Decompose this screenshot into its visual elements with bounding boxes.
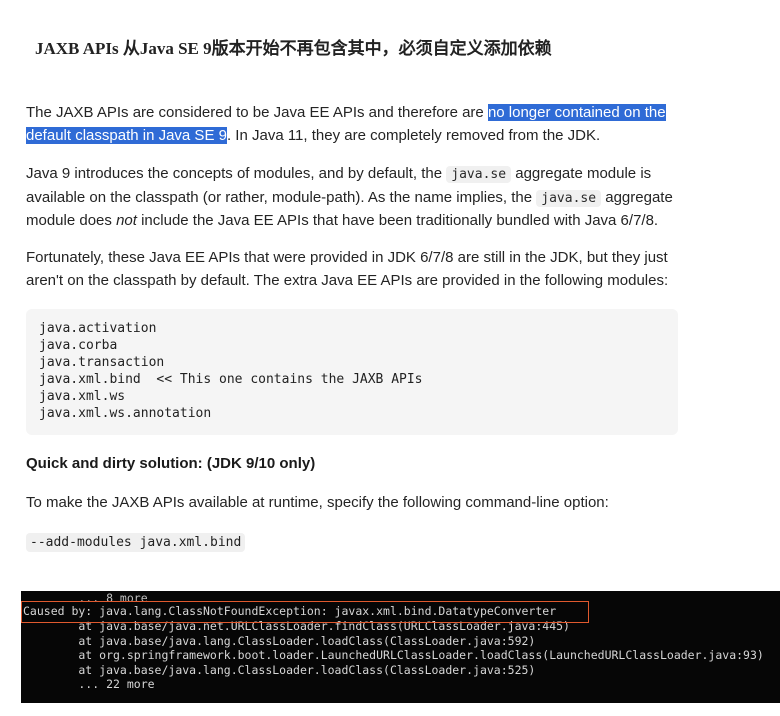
- modules-text-4: include the Java EE APIs that have been …: [136, 212, 659, 229]
- code-line: java.xml.bind << This one contains the J…: [39, 372, 423, 387]
- solution-heading: Quick and dirty solution: (JDK 9/10 only…: [26, 455, 316, 472]
- emphasis-not: not: [116, 212, 137, 229]
- code-line: java.transaction: [39, 355, 165, 370]
- terminal-line: ... 22 more: [23, 677, 155, 691]
- inline-code-java-se: java.se: [446, 166, 512, 183]
- code-line: java.activation: [39, 321, 157, 336]
- inline-code-java-se-2: java.se: [536, 189, 602, 207]
- runtime-paragraph: To make the JAXB APIs available at runti…: [26, 494, 609, 511]
- terminal-line: at java.base/java.lang.ClassLoader.loadC…: [23, 662, 536, 677]
- modules-code-block: java.activation java.corba java.transact…: [26, 309, 678, 435]
- page-title: JAXB APIs 从Java SE 9版本开始不再包含其中，必须自定义添加依赖: [35, 39, 552, 58]
- terminal-output: ... 8 more Caused by: java.lang.ClassNot…: [21, 591, 780, 703]
- terminal-line: at java.base/java.lang.ClassLoader.loadC…: [23, 633, 536, 648]
- terminal-line: at org.springframework.boot.loader.Launc…: [23, 648, 764, 662]
- code-line: java.xml.ws: [39, 389, 126, 404]
- intro-text-after: . In Java 11, they are completely remove…: [226, 126, 601, 144]
- code-line: java.xml.ws.annotation: [39, 406, 212, 421]
- intro-paragraph: The JAXB APIs are considered to be Java …: [26, 102, 706, 147]
- error-highlight-box: [21, 601, 589, 623]
- code-line: java.corba: [39, 338, 118, 353]
- modules-text-1: Java 9 introduces the concepts of module…: [26, 165, 447, 182]
- intro-text-before: The JAXB APIs are considered to be Java …: [26, 104, 488, 121]
- fortunately-paragraph: Fortunately, these Java EE APIs that wer…: [26, 249, 669, 289]
- modules-paragraph: Java 9 introduces the concepts of module…: [26, 163, 706, 233]
- command-line-option: --add-modules java.xml.bind: [26, 533, 246, 552]
